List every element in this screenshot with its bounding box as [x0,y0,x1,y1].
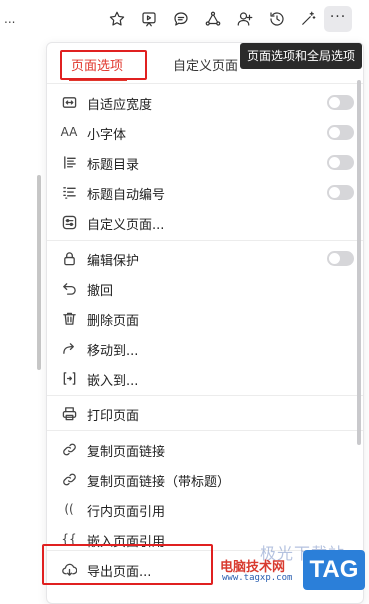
menu-label: 复制页面链接（带标题） [87,475,231,490]
menu-label: 撤回 [87,284,114,299]
menu-item-move-to[interactable]: 移动到... [47,333,363,363]
menu-label: 标题目录 [87,158,140,173]
menu-item-copy-link[interactable]: 复制页面链接 [47,434,363,464]
tab-custom-page[interactable]: 自定义页面 [173,55,238,74]
menu-label: 嵌入到... [87,374,139,389]
divider [47,240,363,241]
menu-item-print-page[interactable]: 打印页面 [47,398,363,428]
tooltip: 页面选项和全局选项 [240,43,363,69]
menu-label: 编辑保护 [87,254,140,269]
lock-icon [61,250,77,266]
menu-item-copy-link-with-title[interactable]: 复制页面链接（带标题） [47,464,363,494]
move-arrow-icon [61,340,77,356]
highlight-box-export [42,544,213,585]
menu-item-inline-reference[interactable]: (( 行内页面引用 [47,494,363,524]
watermark-url: www.tagxp.com [222,573,293,583]
truncated-title: ... [4,12,16,26]
highlight-box-page-options [60,50,147,80]
menu-item-adaptive-width[interactable]: 自适应宽度 [47,87,363,117]
panel-scrollbar[interactable] [357,80,361,445]
menu-label: 小字体 [87,128,127,143]
menu-label: 删除页面 [87,314,140,329]
star-icon[interactable] [106,8,128,30]
user-icon[interactable] [234,8,256,30]
top-toolbar: ... ··· [0,0,369,40]
link-icon [61,441,77,457]
toggle-small-font[interactable] [327,125,354,140]
divider [47,395,363,396]
menu-label: 打印页面 [87,409,140,424]
magic-wand-icon[interactable] [297,8,319,30]
more-options-button[interactable]: ··· [324,6,352,32]
menu-label: 自适应宽度 [87,98,153,113]
menu-label: 复制页面链接 [87,445,166,460]
history-icon[interactable] [266,8,288,30]
menu-label: 自定义页面... [87,218,165,233]
toggle-adaptive-width[interactable] [327,95,354,110]
menu-label: 标题自动编号 [87,188,166,203]
toggle-edit-protect[interactable] [327,251,354,266]
menu-item-small-font[interactable]: AA 小字体 [47,117,363,147]
toggle-auto-numbering[interactable] [327,185,354,200]
more-icon: ··· [329,9,347,25]
outline-icon [61,154,77,170]
menu-label: 行内页面引用 [87,505,166,520]
settings-sliders-icon [61,214,77,230]
font-size-icon: AA [60,125,78,139]
menu-item-undo[interactable]: 撤回 [47,273,363,303]
document-scrollbar[interactable] [37,175,41,370]
watermark: 极光下载站 电脑技术网 www.tagxp.com TAG [210,540,369,593]
parentheses-icon: (( [64,502,74,516]
menu-item-edit-protect[interactable]: 编辑保护 [47,243,363,273]
comment-icon[interactable] [170,8,192,30]
toggle-outline[interactable] [327,155,354,170]
link-icon [61,471,77,487]
embed-icon [61,370,77,386]
share-network-icon[interactable] [202,8,224,30]
numbered-list-icon [61,184,77,200]
page-options-panel: 页面选项 自定义页面 自适应宽度 AA 小字体 标题目录 标题自动编号 自定义页… [46,42,364,604]
menu-item-delete-page[interactable]: 删除页面 [47,303,363,333]
menu-item-auto-numbering[interactable]: 标题自动编号 [47,177,363,207]
divider [47,430,363,431]
undo-icon [61,280,77,296]
menu-label: 移动到... [87,344,139,359]
menu-item-custom-page[interactable]: 自定义页面... [47,207,363,237]
present-icon[interactable] [138,8,160,30]
menu-item-embed-to[interactable]: 嵌入到... [47,363,363,393]
menu-item-outline[interactable]: 标题目录 [47,147,363,177]
fit-width-icon [61,94,77,110]
trash-icon [61,310,77,326]
printer-icon [61,405,77,421]
watermark-tag-logo: TAG [303,550,365,590]
